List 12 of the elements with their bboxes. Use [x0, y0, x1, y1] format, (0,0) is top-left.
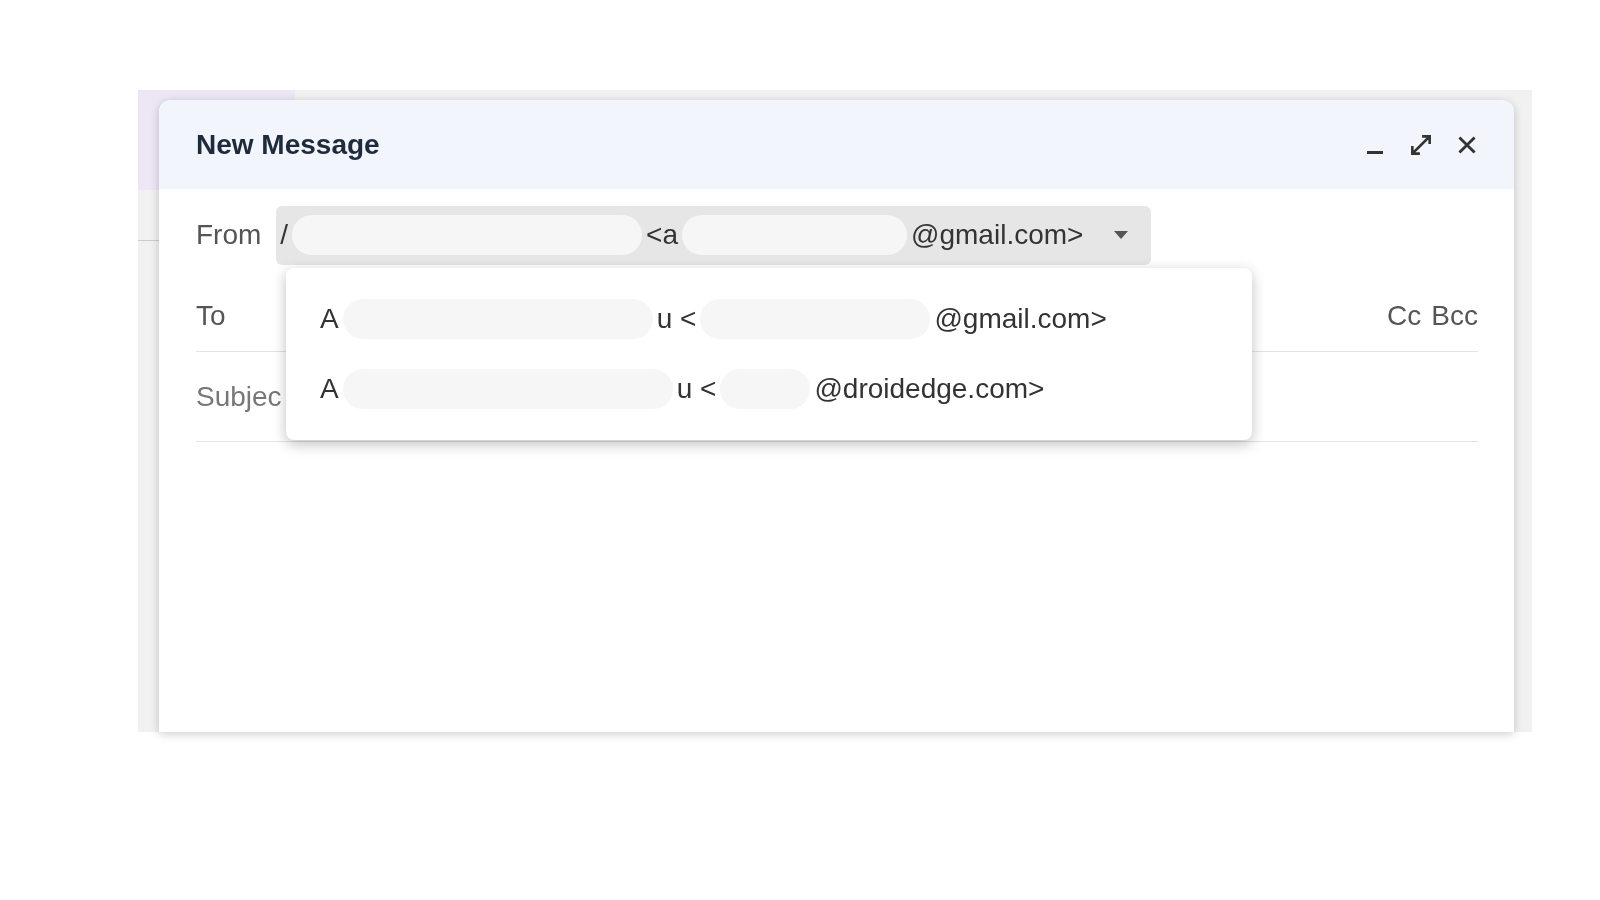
window-title: New Message: [196, 127, 380, 162]
address-text: u <: [676, 372, 717, 406]
address-text: A: [320, 372, 339, 406]
address-text: /: [280, 218, 289, 252]
address-text: u <: [656, 302, 697, 336]
address-text: @droidedge.com>: [814, 372, 1045, 406]
to-label: To: [196, 299, 226, 333]
address-text: A: [320, 302, 339, 336]
address-text: <a: [646, 218, 679, 252]
from-label: From: [196, 218, 262, 252]
address-text: @gmail.com>: [934, 302, 1107, 336]
address-text: @gmail.com>: [911, 218, 1084, 252]
